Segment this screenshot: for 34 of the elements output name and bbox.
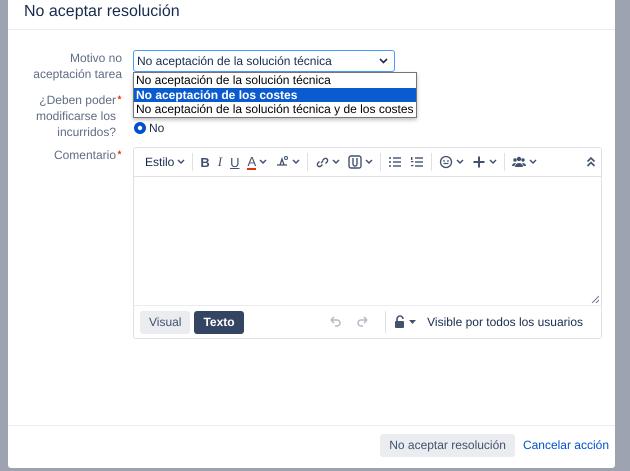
mode-tab[interactable]: Texto — [194, 310, 244, 334]
text-color-button[interactable]: A — [244, 152, 270, 172]
chevron-down-icon — [379, 58, 388, 64]
field-label: ¿Deben poder modificarse los incurridos? — [34, 92, 116, 140]
caret-icon — [409, 320, 416, 324]
redo-icon — [356, 315, 370, 329]
style-menu-button[interactable]: Estilo — [140, 152, 188, 172]
plus-icon — [472, 155, 486, 169]
bold-button[interactable]: B — [197, 152, 213, 172]
cancel-link[interactable]: Cancelar acción — [522, 438, 609, 452]
radio-label: No — [149, 121, 164, 135]
reason-dropdown[interactable]: No aceptación de la solución técnica — [133, 50, 395, 72]
smiley-icon — [439, 155, 454, 169]
numbered-list-icon — [410, 155, 424, 169]
reject-resolution-button[interactable]: No aceptar resolución — [380, 434, 515, 456]
field-label: Comentario — [54, 147, 116, 163]
radio-button-checked[interactable] — [134, 122, 146, 134]
bullet-list-icon — [388, 155, 402, 169]
dropdown-option[interactable]: No aceptación de los costes — [134, 88, 416, 102]
dialog-title: No aceptar resolución — [24, 3, 180, 21]
people-icon — [512, 155, 526, 169]
padlock-icon — [394, 315, 406, 329]
paperclip-icon — [348, 155, 362, 169]
visibility-text: Visible por todos los usuarios — [426, 315, 584, 329]
mode-tab[interactable]: Visual — [140, 310, 190, 334]
dropdown-option[interactable]: No aceptación de la solución técnica y de los costes — [134, 102, 416, 116]
dropdown-option[interactable]: No aceptación de la solución técnica — [134, 73, 416, 88]
resize-grip-icon — [591, 295, 599, 303]
double-chevron-up-icon — [586, 156, 596, 168]
italic-button[interactable]: I — [214, 152, 226, 172]
field-label: Motivo no aceptación tarea — [32, 50, 122, 82]
link-icon — [315, 155, 330, 169]
underline-button[interactable]: U — [227, 152, 242, 172]
undo-icon — [328, 315, 342, 329]
